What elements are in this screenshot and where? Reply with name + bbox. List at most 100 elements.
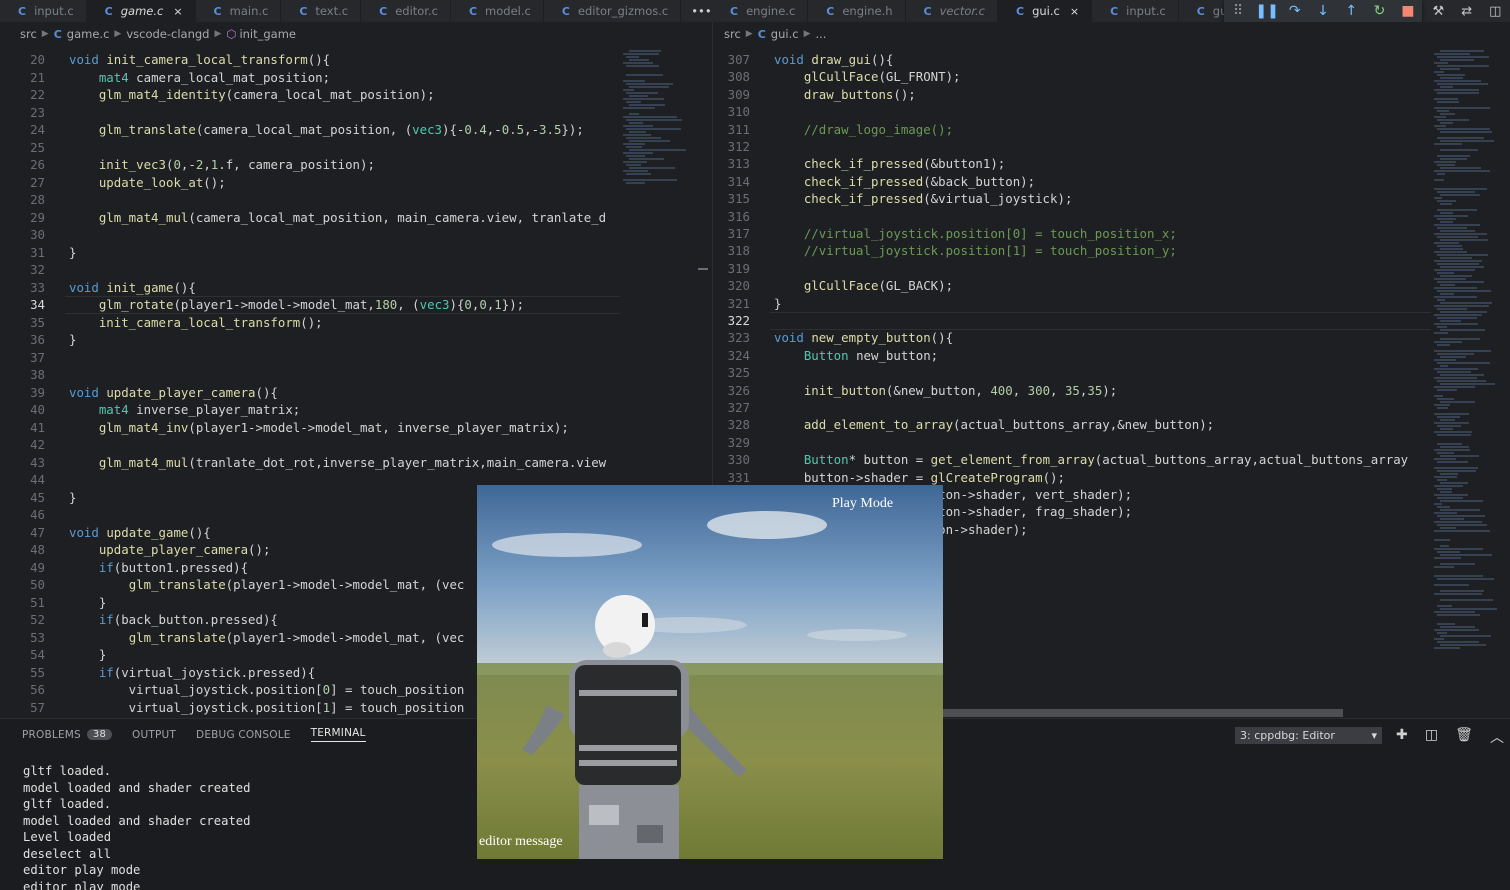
code-line[interactable]: 41 glm_mat4_inv(player1->model->model_ma…: [0, 419, 620, 437]
code-line[interactable]: 318 //virtual_joystick.position[1] = tou…: [713, 242, 1431, 260]
code-line[interactable]: 27 update_look_at();: [0, 174, 620, 192]
code-line[interactable]: 34 glm_rotate(player1->model->model_mat,…: [0, 296, 620, 314]
terminal-output[interactable]: gltf loaded. model loaded and shader crea…: [23, 763, 250, 890]
maximize-panel-icon[interactable]: ︿: [1490, 727, 1504, 747]
code-line[interactable]: 38: [0, 366, 620, 384]
step-out-icon[interactable]: ↑: [1340, 3, 1362, 19]
code-line[interactable]: 327: [713, 399, 1431, 417]
code-line[interactable]: 322: [713, 312, 1431, 330]
panel-tab-label: OUTPUT: [132, 728, 177, 741]
compare-icon[interactable]: ⇄: [1461, 4, 1472, 19]
code-line[interactable]: 24 glm_translate(camera_local_mat_positi…: [0, 121, 620, 139]
breadcrumb-symbol[interactable]: vscode-clangd: [126, 27, 209, 41]
panel-tab-problems[interactable]: PROBLEMS 38: [22, 727, 113, 742]
minimap-line: [1434, 269, 1475, 271]
panel-tab-terminal[interactable]: TERMINAL: [310, 727, 366, 742]
code-line[interactable]: 22 glm_mat4_identity(camera_local_mat_po…: [0, 86, 620, 104]
breadcrumb-file[interactable]: gui.c: [771, 27, 799, 41]
right-minimap[interactable]: [1431, 46, 1510, 718]
tab-input-c[interactable]: Cinput.c: [0, 0, 87, 22]
tab-vector-c[interactable]: Cvector.c: [905, 0, 999, 22]
code-line[interactable]: 35 init_camera_local_transform();: [0, 314, 620, 332]
code-line[interactable]: 42: [0, 436, 620, 454]
code-line[interactable]: 20 void init_camera_local_transform(){: [0, 51, 620, 69]
code-line[interactable]: 321}: [713, 295, 1431, 313]
code-line[interactable]: 31}: [0, 244, 620, 262]
code-line[interactable]: 25: [0, 139, 620, 157]
tab-engine-h[interactable]: Cengine.h: [808, 0, 906, 22]
stop-icon[interactable]: ■: [1397, 3, 1419, 19]
code-line[interactable]: 328 add_element_to_array(actual_buttons_…: [713, 416, 1431, 434]
code-line[interactable]: 30: [0, 226, 620, 244]
minimap-line: [1434, 188, 1487, 190]
breadcrumb-function[interactable]: init_game: [239, 27, 296, 41]
terminal-select[interactable]: 3: cppdbg: Editor ▾: [1235, 727, 1382, 744]
code-line[interactable]: 325: [713, 364, 1431, 382]
step-over-icon[interactable]: ↷: [1284, 3, 1306, 19]
code-line[interactable]: 36}: [0, 331, 620, 349]
tab-input-c[interactable]: Cinput.c: [1092, 0, 1179, 22]
code-line[interactable]: 317 //virtual_joystick.position[0] = tou…: [713, 225, 1431, 243]
code-line[interactable]: 311 //draw_logo_image();: [713, 121, 1431, 139]
tab-engine-c[interactable]: Cengine.c: [712, 0, 809, 22]
trash-icon[interactable]: 🗑: [1455, 727, 1473, 747]
step-into-icon[interactable]: ↓: [1312, 3, 1334, 19]
tab-game-c[interactable]: Cgame.c ×: [86, 0, 196, 22]
code-line[interactable]: 28: [0, 191, 620, 209]
breadcrumb-file[interactable]: game.c: [67, 27, 110, 41]
more-tabs-icon[interactable]: •••: [681, 0, 712, 22]
code-line[interactable]: 313 check_if_pressed(&button1);: [713, 155, 1431, 173]
breadcrumb-more[interactable]: ...: [815, 27, 826, 41]
code-line[interactable]: 323 void new_empty_button(){: [713, 329, 1431, 347]
tab-main-c[interactable]: Cmain.c: [195, 0, 282, 22]
code-line[interactable]: 315 check_if_pressed(&virtual_joystick);: [713, 190, 1431, 208]
panel-tab-output[interactable]: OUTPUT: [132, 727, 176, 742]
code-line[interactable]: 314 check_if_pressed(&back_button);: [713, 173, 1431, 191]
code-line[interactable]: 312: [713, 138, 1431, 156]
tab-gui-c[interactable]: Cgui.c ×: [998, 0, 1093, 22]
code-line[interactable]: 316: [713, 208, 1431, 226]
code-line[interactable]: 310: [713, 103, 1431, 121]
code-line[interactable]: 309 draw_buttons();: [713, 86, 1431, 104]
code-line[interactable]: 21 mat4 camera_local_mat_position;: [0, 69, 620, 87]
code-line[interactable]: 308 glCullFace(GL_FRONT);: [713, 68, 1431, 86]
code-line[interactable]: 330 Button* button = get_element_from_ar…: [713, 451, 1431, 469]
minimap-line: [1440, 122, 1453, 124]
split-terminal-icon[interactable]: ◫: [1425, 727, 1438, 747]
tab-editor-c[interactable]: Ceditor.c: [361, 0, 451, 22]
breadcrumb-folder[interactable]: src: [20, 27, 37, 41]
restart-icon[interactable]: ↻: [1369, 3, 1391, 19]
breadcrumb-folder[interactable]: src: [724, 27, 741, 41]
tab-editor-gizmos-c[interactable]: Ceditor_gizmos.c: [543, 0, 682, 22]
code-line[interactable]: 40 mat4 inverse_player_matrix;: [0, 401, 620, 419]
c-file-icon: C: [213, 4, 222, 18]
tab-text-c[interactable]: Ctext.c: [281, 0, 362, 22]
code-line[interactable]: 319: [713, 260, 1431, 278]
tab-model-c[interactable]: Cmodel.c: [450, 0, 544, 22]
close-icon[interactable]: ×: [173, 5, 182, 18]
close-icon[interactable]: ×: [1070, 5, 1079, 18]
panel-tab-debug-console[interactable]: DEBUG CONSOLE: [196, 727, 291, 742]
code-line[interactable]: 32: [0, 261, 620, 279]
code-line[interactable]: 331 button->shader = glCreateProgram();: [713, 469, 1431, 487]
code-line[interactable]: 23: [0, 104, 620, 122]
horizontal-scrollbar[interactable]: [943, 709, 1343, 717]
code-line[interactable]: 326 init_button(&new_button, 400, 300, 3…: [713, 382, 1431, 400]
code-line[interactable]: 33 void init_game(){: [0, 279, 620, 297]
code-line[interactable]: 329: [713, 434, 1431, 452]
code-line[interactable]: 307 void draw_gui(){: [713, 51, 1431, 69]
build-icon[interactable]: ⚒: [1433, 4, 1445, 19]
new-terminal-icon[interactable]: ✚: [1396, 727, 1408, 747]
game-viewport[interactable]: Play Mode editor message: [477, 485, 943, 859]
code-line[interactable]: 39 void update_player_camera(){: [0, 384, 620, 402]
grip-icon[interactable]: ⠿: [1227, 3, 1249, 19]
minimap-line: [1434, 584, 1469, 586]
code-line[interactable]: 324 Button new_button;: [713, 347, 1431, 365]
split-editor-icon[interactable]: ◫: [1489, 4, 1501, 19]
code-line[interactable]: 26 init_vec3(0,-2,1.f, camera_position);: [0, 156, 620, 174]
pause-icon[interactable]: ❚❚: [1255, 3, 1278, 19]
code-line[interactable]: 37: [0, 349, 620, 367]
code-line[interactable]: 29 glm_mat4_mul(camera_local_mat_positio…: [0, 209, 620, 227]
code-line[interactable]: 43 glm_mat4_mul(tranlate_dot_rot,inverse…: [0, 454, 620, 472]
code-line[interactable]: 320 glCullFace(GL_BACK);: [713, 277, 1431, 295]
